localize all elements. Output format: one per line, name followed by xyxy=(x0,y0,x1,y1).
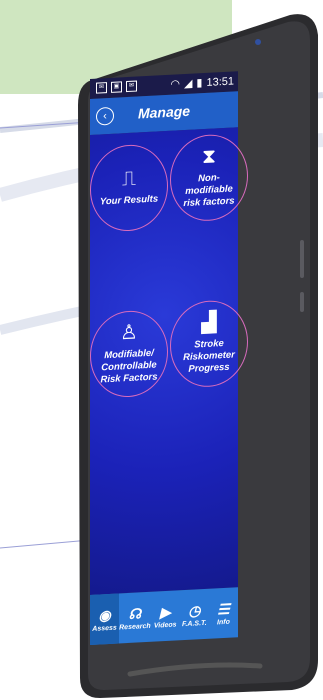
battery-icon: ▮ xyxy=(196,77,203,90)
nav-info[interactable]: ☰ Info xyxy=(209,587,238,639)
clock-icon: ◷ xyxy=(188,601,201,619)
assess-icon: ◉ xyxy=(98,606,111,624)
nav-research[interactable]: ☊ Research xyxy=(119,592,151,644)
page-title: Manage xyxy=(137,102,191,122)
list-icon: ☰ xyxy=(217,600,230,617)
nav-label: Assess xyxy=(92,624,117,633)
bottom-nav: ◉ Assess ☊ Research ▶ Videos ◷ F.A.S.T. … xyxy=(90,587,238,645)
bar-chart-icon: ▟ xyxy=(201,311,217,335)
tile-label: Your Results xyxy=(99,193,159,208)
tile-label: Non- modifiable risk factors xyxy=(183,172,235,210)
research-icon: ☊ xyxy=(128,604,142,622)
tile-label: Modifiable/ Controllable Risk Factors xyxy=(100,347,158,386)
pulse-icon: ⎍ xyxy=(122,167,136,191)
app-screen: ✉ ▣ ✉ ◠ ◢ ▮ 13:51 ‹ Manage ⎍ Your Result… xyxy=(90,71,248,649)
meditation-icon: ♙ xyxy=(120,321,138,345)
status-time: 13:51 xyxy=(206,74,234,89)
tile-label: Stroke Riskometer Progress xyxy=(183,337,235,375)
nav-label: Info xyxy=(217,618,230,626)
dna-icon: ⧗ xyxy=(201,145,217,169)
signal-icon: ◢ xyxy=(183,77,193,91)
riskometer-progress-tile[interactable]: ▟ Stroke Riskometer Progress xyxy=(170,298,248,389)
your-results-tile[interactable]: ⎍ Your Results xyxy=(90,142,168,233)
non-modifiable-tile[interactable]: ⧗ Non- modifiable risk factors xyxy=(170,132,248,223)
mail-icon: ✉ xyxy=(126,80,137,93)
nav-assess[interactable]: ◉ Assess xyxy=(90,593,120,645)
nav-fast[interactable]: ◷ F.A.S.T. xyxy=(180,589,209,641)
nav-videos[interactable]: ▶ Videos xyxy=(151,590,180,642)
image-icon: ▣ xyxy=(111,81,122,93)
nav-label: Videos xyxy=(153,620,177,630)
nav-label: F.A.S.T. xyxy=(181,619,207,628)
mail-icon: ✉ xyxy=(96,82,107,94)
modifiable-tile[interactable]: ♙ Modifiable/ Controllable Risk Factors xyxy=(90,308,168,399)
video-icon: ▶ xyxy=(159,603,171,620)
nav-label: Research xyxy=(119,622,151,631)
wifi-icon: ◠ xyxy=(170,78,180,91)
main-content: ⎍ Your Results ⧗ Non- modifiable risk fa… xyxy=(90,127,248,595)
